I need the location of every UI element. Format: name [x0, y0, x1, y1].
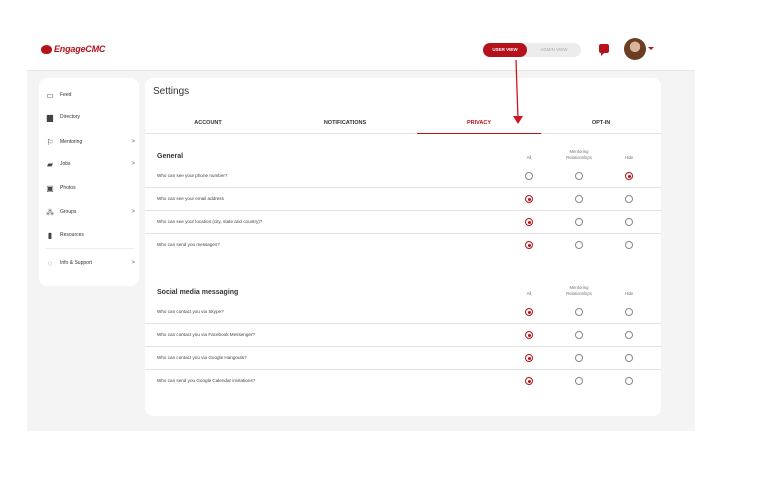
privacy-question: Who can see your phone number?: [157, 173, 228, 178]
section-title: Social media messaging: [157, 289, 239, 296]
radio-hide[interactable]: [625, 241, 633, 249]
sidebar-item-jobs[interactable]: ▰ Jobs >: [45, 156, 135, 172]
tab-opt-in[interactable]: OPT-IN: [541, 112, 661, 134]
column-header-mentoring: Mentoring Relationships: [566, 149, 592, 160]
sidebar-item-label: Info & Support: [60, 260, 92, 266]
chevron-right-icon: >: [131, 161, 135, 167]
support-icon: ◌: [47, 258, 53, 268]
sidebar-item-label: Photos: [60, 185, 76, 191]
admin-view-button[interactable]: ADMIN VIEW: [527, 43, 581, 57]
privacy-row: Who can send you Google Calendar invitat…: [145, 370, 661, 393]
radio-hide[interactable]: [625, 308, 633, 316]
radio-mentoring[interactable]: [575, 308, 583, 316]
privacy-question: Who can see your email address: [157, 196, 224, 201]
sidebar-item-label: Groups: [60, 209, 77, 215]
radio-all[interactable]: [525, 308, 533, 316]
chevron-right-icon: >: [131, 260, 135, 266]
privacy-row: Who can contact you via Facebook Messeng…: [145, 324, 661, 347]
radio-hide[interactable]: [625, 195, 633, 203]
column-header-all: All: [526, 291, 532, 296]
privacy-row: Who can see your phone number?: [145, 165, 661, 188]
sidebar-item-directory[interactable]: ▆ Directory: [45, 109, 135, 125]
top-bar: EngageCMC USER VIEW ADMIN VIEW: [27, 31, 695, 71]
directory-icon: ▆: [46, 112, 54, 122]
sidebar-item-resources[interactable]: ▮ Resources: [45, 227, 135, 243]
messages-icon[interactable]: [599, 44, 609, 56]
mentoring-icon: ⚐: [46, 137, 54, 147]
radio-mentoring[interactable]: [575, 241, 583, 249]
privacy-question: Who can contact you via Google Hangouts?: [157, 355, 247, 360]
radio-mentoring[interactable]: [575, 195, 583, 203]
avatar[interactable]: [624, 38, 646, 60]
tab-privacy[interactable]: PRIVACY: [417, 112, 541, 134]
column-header-mentoring: Mentoring Relationships: [566, 285, 592, 296]
groups-icon: ⁂: [46, 207, 54, 217]
privacy-question: Who can see your location (city, state a…: [157, 219, 263, 224]
chevron-down-icon[interactable]: [648, 47, 654, 50]
settings-panel: Settings ACCOUNT NOTIFICATIONS PRIVACY OPT-…: [145, 78, 661, 416]
logo-text: EngageCMC: [54, 44, 106, 54]
radio-hide[interactable]: [625, 331, 633, 339]
privacy-row: Who can contact you via Google Hangouts?: [145, 347, 661, 370]
chevron-right-icon: >: [131, 209, 135, 215]
sidebar-item-mentoring[interactable]: ⚐ Mentoring >: [45, 134, 135, 150]
privacy-question: Who can contact you via Facebook Messeng…: [157, 332, 256, 337]
sidebar: ▭ Feed ▆ Directory ⚐ Mentoring > ▰ Jobs > ▣ Photos ⁂…: [39, 78, 139, 286]
radio-hide[interactable]: [625, 172, 633, 180]
privacy-row: Who can send you messages?: [145, 234, 661, 257]
sidebar-item-label: Directory: [60, 114, 81, 120]
column-header-hide: Hide: [624, 291, 634, 296]
radio-all[interactable]: [525, 331, 533, 339]
feed-icon: ▭: [46, 90, 54, 100]
radio-mentoring[interactable]: [575, 331, 583, 339]
page-title: Settings: [153, 86, 190, 97]
section-title: General: [157, 153, 184, 160]
radio-all[interactable]: [525, 241, 533, 249]
radio-all[interactable]: [525, 218, 533, 226]
column-header-hide: Hide: [624, 155, 634, 160]
tab-notifications[interactable]: NOTIFICATIONS: [281, 112, 409, 134]
privacy-row: Who can see your email address: [145, 188, 661, 211]
engage-logo[interactable]: EngageCMC: [41, 44, 105, 54]
sidebar-item-info-support[interactable]: ◌ Info & Support >: [45, 255, 135, 271]
privacy-row: Who can contact you via Skype?: [145, 301, 661, 324]
privacy-question: Who can send you Google Calendar invitat…: [157, 378, 256, 383]
privacy-question: Who can contact you via Skype?: [157, 309, 224, 314]
sidebar-item-groups[interactable]: ⁂ Groups >: [45, 204, 135, 220]
document-icon: ▮: [47, 230, 53, 240]
radio-all[interactable]: [525, 195, 533, 203]
radio-all[interactable]: [525, 172, 533, 180]
briefcase-icon: ▰: [46, 159, 54, 169]
app-window: EngageCMC USER VIEW ADMIN VIEW ▭ Feed ▆ Dir…: [27, 31, 695, 431]
view-toggle: USER VIEW ADMIN VIEW: [483, 43, 581, 57]
sidebar-item-label: Feed: [60, 92, 72, 98]
sidebar-item-feed[interactable]: ▭ Feed: [45, 87, 135, 103]
sidebar-item-label: Resources: [60, 232, 84, 238]
radio-hide[interactable]: [625, 218, 633, 226]
image-icon: ▣: [46, 183, 54, 193]
sidebar-item-photos[interactable]: ▣ Photos: [45, 180, 135, 196]
settings-tabs: ACCOUNT NOTIFICATIONS PRIVACY OPT-IN: [145, 112, 661, 134]
radio-all[interactable]: [525, 377, 533, 385]
radio-mentoring[interactable]: [575, 354, 583, 362]
user-view-button[interactable]: USER VIEW: [483, 43, 527, 57]
sidebar-divider: [45, 248, 135, 249]
radio-mentoring[interactable]: [575, 218, 583, 226]
privacy-question: Who can send you messages?: [157, 242, 220, 247]
sidebar-item-label: Mentoring: [60, 139, 83, 145]
privacy-row: Who can see your location (city, state a…: [145, 211, 661, 234]
radio-hide[interactable]: [625, 354, 633, 362]
column-header-all: All: [526, 155, 532, 160]
radio-mentoring[interactable]: [575, 172, 583, 180]
sidebar-item-label: Jobs: [60, 161, 71, 167]
logo-mark-icon: [41, 44, 52, 54]
radio-all[interactable]: [525, 354, 533, 362]
tab-account[interactable]: ACCOUNT: [153, 112, 263, 134]
chevron-right-icon: >: [131, 139, 135, 145]
radio-mentoring[interactable]: [575, 377, 583, 385]
radio-hide[interactable]: [625, 377, 633, 385]
